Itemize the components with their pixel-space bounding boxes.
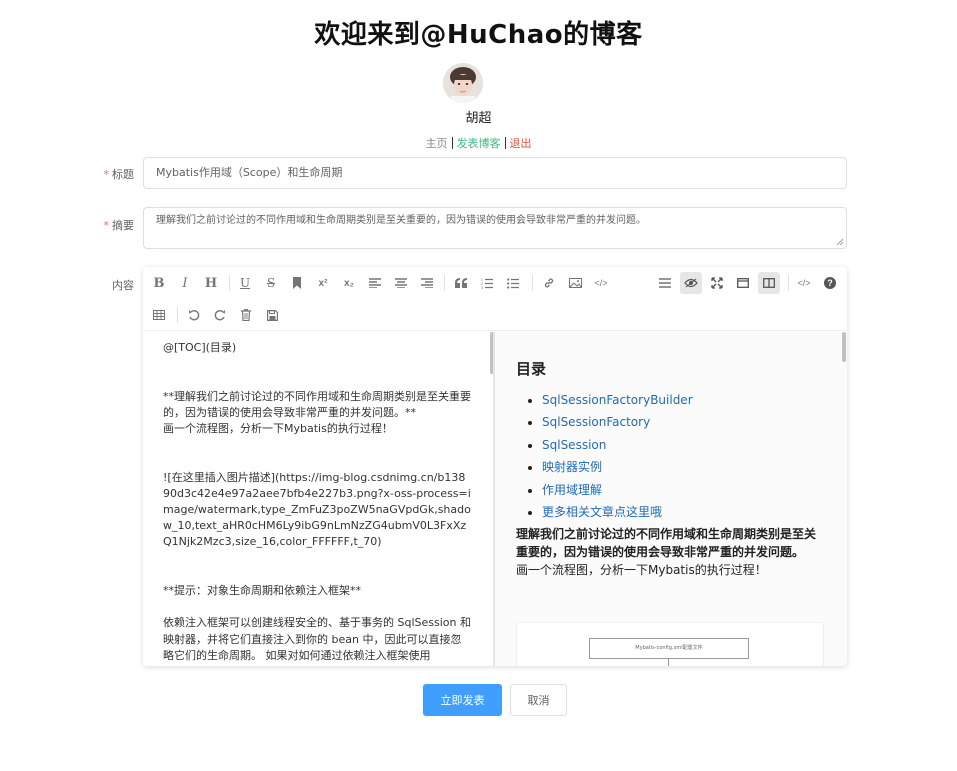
toc-item[interactable]: 映射器实例 (542, 456, 825, 478)
title-input[interactable]: Mybatis作用域（Scope）和生命周期 (143, 157, 847, 189)
toolbar-divider (177, 307, 178, 323)
markdown-input-pane[interactable]: @[TOC](目录) **理解我们之前讨论过的不同作用域和生命周期类别是至关重要的… (143, 332, 493, 666)
markdown-line: 画一个流程图，分析一下Mybatis的执行过程！ (163, 421, 393, 435)
strikethrough-icon[interactable]: S (260, 272, 282, 294)
summary-label: * 摘要 (103, 219, 135, 232)
nav-publish-link[interactable]: 发表博客 (453, 137, 505, 150)
markdown-line (163, 372, 471, 388)
fullscreen-icon[interactable] (706, 272, 728, 294)
toc-item[interactable]: 作用域理解 (542, 479, 825, 501)
avatar (443, 63, 483, 103)
link-icon[interactable] (538, 272, 560, 294)
toolbar-divider (532, 275, 533, 291)
markdown-line (163, 567, 471, 583)
toolbar-divider (229, 275, 230, 291)
preview-bold-paragraph: 理解我们之前讨论过的不同作用域和生命周期类别是至关重要的，因为错误的使用会导致非… (516, 527, 817, 559)
markdown-line (163, 599, 471, 615)
save-icon[interactable] (261, 304, 283, 326)
unordered-list-icon[interactable] (502, 272, 524, 294)
flowchart-box: Mybatis-config.xml配置文件 (589, 638, 749, 659)
title-label: * 标题 (103, 168, 135, 181)
scrollbar-thumb[interactable] (842, 332, 846, 362)
navigation-icon[interactable] (654, 272, 676, 294)
required-mark: * (103, 168, 110, 181)
editor-toolbar: B I H U S x² x₂ 123 </> </> ? (143, 267, 847, 331)
toolbar-divider (444, 275, 445, 291)
preview-paragraph: 画一个流程图，分析一下Mybatis的执行过程！ (516, 563, 767, 578)
markdown-line (163, 453, 471, 469)
resize-grip-icon[interactable] (836, 238, 844, 246)
summary-text: 理解我们之前讨论过的不同作用域和生命周期类别是至关重要的，因为错误的使用会导致非… (156, 215, 646, 226)
nav-home-link[interactable]: 主页 (422, 137, 452, 150)
required-mark: * (103, 219, 110, 232)
markdown-line: 依赖注入框架可以创建线程安全的、基于事务的 SqlSession 和映射器，并将… (163, 616, 471, 662)
preview-icon[interactable] (680, 272, 702, 294)
trash-icon[interactable] (235, 304, 257, 326)
bookmark-icon[interactable] (286, 272, 308, 294)
markdown-line (163, 551, 471, 567)
image-icon[interactable] (564, 272, 586, 294)
markdown-preview-pane: 目录 SqlSessionFactoryBuilder SqlSessionFa… (495, 332, 847, 666)
top-nav: 主页 发表博客 退出 (0, 135, 957, 151)
username: 胡超 (465, 111, 492, 126)
align-center-icon[interactable] (390, 272, 412, 294)
content-label: 内容 (112, 279, 134, 292)
svg-text:3: 3 (481, 286, 483, 289)
markdown-editor: B I H U S x² x₂ 123 </> </> ? @[TOC](目录)… (143, 267, 847, 666)
align-left-icon[interactable] (364, 272, 386, 294)
superscript-icon[interactable]: x² (312, 272, 334, 294)
markdown-line: **理解我们之前讨论过的不同作用域和生命周期类别是至关重要的，因为错误的使用会导… (163, 389, 471, 419)
html-code-icon[interactable]: </> (793, 272, 815, 294)
toc-item[interactable]: 更多相关文章点这里哦 (542, 501, 825, 523)
bold-icon[interactable]: B (148, 272, 170, 294)
italic-icon[interactable]: I (174, 272, 196, 294)
underline-icon[interactable]: U (234, 272, 256, 294)
table-icon[interactable] (148, 304, 170, 326)
undo-icon[interactable] (183, 304, 205, 326)
nav-logout-link[interactable]: 退出 (506, 137, 536, 150)
page-title: 欢迎来到@HuChao的博客 (314, 20, 643, 50)
subfield-icon[interactable] (758, 272, 780, 294)
toc-item[interactable]: SqlSessionFactory (542, 411, 825, 433)
preview-scrollbar[interactable] (841, 332, 847, 666)
flowchart-image: Mybatis-config.xml配置文件 (516, 622, 824, 666)
markdown-line: **提示：对象生命周期和依赖注入框架** (163, 583, 361, 597)
flowchart-arrow (668, 659, 669, 666)
markdown-line: @[TOC](目录) (163, 341, 237, 354)
submit-button[interactable]: 立即发表 (423, 684, 502, 716)
markdown-line (163, 356, 471, 372)
heading-icon[interactable]: H (200, 272, 222, 294)
cancel-button[interactable]: 取消 (510, 684, 567, 716)
toc-item[interactable]: SqlSession (542, 434, 825, 456)
help-icon[interactable]: ? (819, 272, 841, 294)
quote-icon[interactable] (450, 272, 472, 294)
toc-item[interactable]: SqlSessionFactoryBuilder (542, 389, 825, 411)
redo-icon[interactable] (209, 304, 231, 326)
read-mode-icon[interactable] (732, 272, 754, 294)
code-icon[interactable]: </> (590, 272, 612, 294)
markdown-line: ![在这里插入图片描述](https://img-blog.csdnimg.cn… (163, 470, 471, 549)
subscript-icon[interactable]: x₂ (338, 272, 360, 294)
markdown-line (163, 437, 471, 453)
toolbar-divider (788, 275, 789, 291)
toc-title: 目录 (516, 360, 547, 378)
summary-textarea[interactable]: 理解我们之前讨论过的不同作用域和生命周期类别是至关重要的，因为错误的使用会导致非… (143, 207, 847, 249)
ordered-list-icon[interactable]: 123 (476, 272, 498, 294)
align-right-icon[interactable] (416, 272, 438, 294)
toc-list: SqlSessionFactoryBuilder SqlSessionFacto… (516, 389, 825, 523)
